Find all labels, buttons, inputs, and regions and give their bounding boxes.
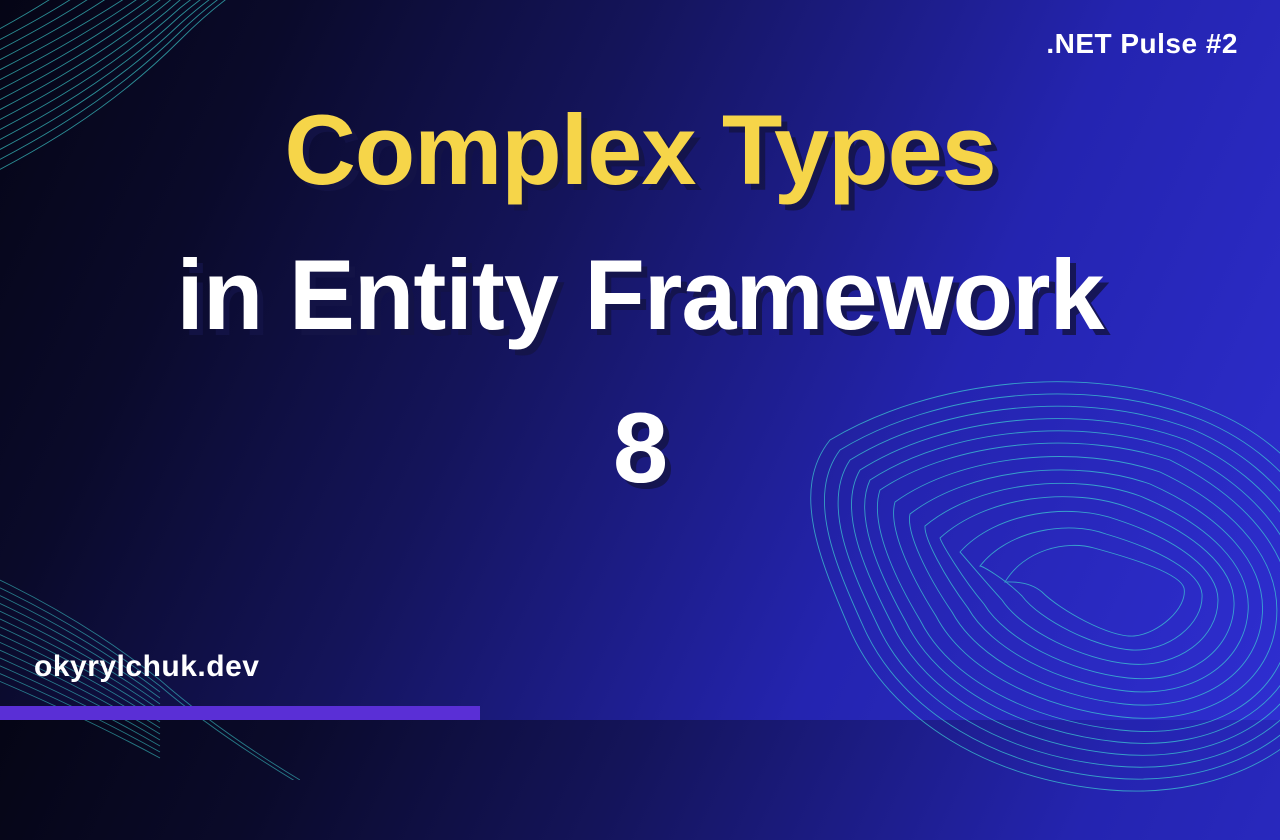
title-line-1: Complex Types [0, 100, 1280, 199]
issue-tag: .NET Pulse #2 [1046, 28, 1238, 60]
title-line-2: in Entity Framework [0, 245, 1280, 344]
decorative-mesh-bottom-left [0, 500, 300, 780]
accent-bar [0, 706, 480, 720]
title-line-3: 8 [0, 398, 1280, 497]
site-label: okyrylchuk.dev [34, 650, 259, 684]
title-block: Complex Types in Entity Framework 8 [0, 100, 1280, 497]
